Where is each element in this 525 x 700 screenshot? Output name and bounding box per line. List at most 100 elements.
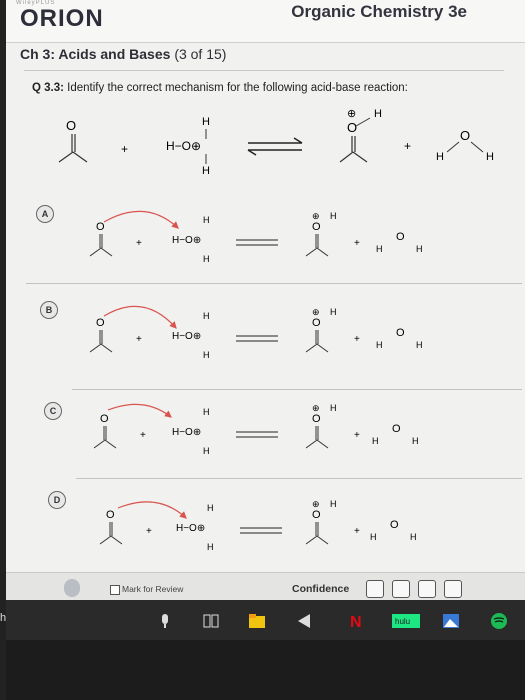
option-a-mechanism[interactable]: O + H H−O⊕ H ⊕ H O + OH H bbox=[89, 210, 423, 264]
svg-text:H: H bbox=[372, 436, 379, 446]
svg-text:H: H bbox=[207, 503, 214, 513]
confidence-medium-icon[interactable] bbox=[392, 580, 410, 598]
svg-text:H: H bbox=[374, 108, 382, 120]
water-product: O H H bbox=[436, 128, 494, 163]
svg-text:O: O bbox=[347, 120, 357, 135]
svg-text:H: H bbox=[207, 542, 214, 552]
confidence-very-high-icon[interactable] bbox=[444, 580, 462, 598]
option-separator bbox=[76, 478, 522, 479]
option-a-radio[interactable]: A bbox=[36, 205, 54, 223]
svg-text:H: H bbox=[330, 403, 337, 413]
svg-text:⊕: ⊕ bbox=[312, 307, 320, 317]
svg-text:+: + bbox=[354, 334, 360, 345]
question-text: Identify the correct mechanism for the f… bbox=[67, 82, 408, 94]
svg-text:H: H bbox=[203, 350, 210, 360]
svg-text:H: H bbox=[416, 244, 423, 254]
chapter-name: Ch 3: Acids and Bases bbox=[20, 46, 171, 62]
divider bbox=[24, 70, 504, 71]
photos-icon[interactable] bbox=[442, 612, 460, 630]
book-title: Organic Chemistry 3e bbox=[291, 2, 467, 21]
brand-logo[interactable]: ORION bbox=[20, 5, 104, 33]
svg-text:+: + bbox=[140, 430, 146, 441]
svg-text:O: O bbox=[460, 128, 470, 143]
reaction-diagram: O + H H−O⊕ H ⊕ H O + O H H O + H H−O⊕ H … bbox=[58, 108, 494, 552]
svg-text:+: + bbox=[136, 238, 142, 249]
hydronium-reactant: H H−O⊕ H bbox=[166, 116, 210, 177]
svg-text:H: H bbox=[203, 407, 210, 417]
confidence-low-icon[interactable] bbox=[366, 580, 384, 598]
svg-text:O: O bbox=[312, 221, 321, 233]
svg-text:H−O⊕: H−O⊕ bbox=[166, 139, 201, 153]
main-reaction: O + H H−O⊕ H ⊕ H O + O H H bbox=[58, 108, 494, 177]
microphone-icon[interactable] bbox=[156, 612, 174, 630]
option-separator bbox=[26, 283, 522, 284]
hulu-icon[interactable]: hulu bbox=[392, 612, 420, 630]
svg-text:+: + bbox=[354, 526, 360, 537]
svg-text:H: H bbox=[370, 532, 377, 542]
svg-text:O: O bbox=[66, 118, 76, 133]
svg-text:H: H bbox=[330, 307, 337, 317]
pencil-icon[interactable] bbox=[64, 579, 80, 597]
confidence-high-icon[interactable] bbox=[418, 580, 436, 598]
svg-text:⊕: ⊕ bbox=[312, 499, 320, 509]
svg-text:H: H bbox=[203, 311, 210, 321]
svg-text:H: H bbox=[203, 215, 210, 225]
svg-text:O: O bbox=[96, 317, 105, 329]
task-view-icon[interactable] bbox=[202, 612, 220, 630]
option-b-mechanism[interactable]: O + H H−O⊕ H ⊕ H O + OH H bbox=[89, 305, 423, 360]
svg-text:H: H bbox=[202, 116, 210, 128]
svg-text:hulu: hulu bbox=[395, 617, 410, 626]
svg-text:H: H bbox=[412, 436, 419, 446]
spotify-icon[interactable] bbox=[490, 612, 508, 630]
svg-text:H: H bbox=[376, 244, 383, 254]
svg-text:H: H bbox=[203, 446, 210, 456]
chapter-progress: (3 of 15) bbox=[174, 46, 227, 62]
svg-text:O: O bbox=[106, 509, 115, 521]
option-d-mechanism[interactable]: O + H H−O⊕ H ⊕ H O + OH H bbox=[99, 499, 417, 552]
option-d-radio[interactable]: D bbox=[48, 491, 66, 509]
confidence-label: Confidence bbox=[292, 583, 350, 595]
option-separator bbox=[72, 389, 522, 390]
svg-text:⊕: ⊕ bbox=[347, 108, 356, 120]
svg-text:+: + bbox=[354, 238, 360, 249]
svg-text:N: N bbox=[350, 614, 362, 630]
svg-text:O: O bbox=[100, 413, 109, 425]
svg-text:H−O⊕: H−O⊕ bbox=[172, 331, 201, 342]
svg-text:O: O bbox=[312, 317, 321, 329]
svg-text:+: + bbox=[354, 430, 360, 441]
question-prompt: Q 3.3: Identify the correct mechanism fo… bbox=[32, 82, 408, 94]
svg-text:H: H bbox=[203, 254, 210, 264]
plus-sign: + bbox=[121, 142, 128, 156]
svg-text:O: O bbox=[312, 509, 321, 521]
option-b-radio[interactable]: B bbox=[40, 301, 58, 319]
plus-sign: + bbox=[404, 139, 411, 153]
svg-text:O: O bbox=[396, 327, 405, 339]
question-number: Q 3.3: bbox=[32, 82, 64, 94]
svg-text:H−O⊕: H−O⊕ bbox=[176, 523, 205, 534]
svg-text:O: O bbox=[312, 413, 321, 425]
svg-text:+: + bbox=[136, 334, 142, 345]
svg-text:+: + bbox=[146, 526, 152, 537]
file-explorer-icon[interactable] bbox=[248, 612, 266, 630]
equilibrium-arrow bbox=[247, 137, 303, 156]
svg-text:O: O bbox=[96, 221, 105, 233]
svg-text:H: H bbox=[330, 211, 337, 221]
mark-review-label[interactable]: Mark for Review bbox=[122, 584, 183, 594]
app-header: WileyPLUS ORION Organic Chemistry 3e bbox=[6, 0, 525, 43]
svg-text:H: H bbox=[330, 499, 337, 509]
option-c-mechanism[interactable]: O + H H−O⊕ H ⊕ H O + OH H bbox=[93, 403, 419, 456]
svg-text:⊕: ⊕ bbox=[312, 211, 320, 221]
option-c-radio[interactable]: C bbox=[44, 402, 62, 420]
acetone-reactant: O bbox=[58, 118, 88, 163]
protonated-acetone-product: ⊕ H O bbox=[339, 108, 382, 163]
back-app-icon[interactable] bbox=[296, 612, 314, 630]
svg-text:H: H bbox=[486, 151, 494, 163]
svg-text:⊕: ⊕ bbox=[312, 403, 320, 413]
netflix-icon[interactable]: N bbox=[346, 612, 364, 631]
option-rows: O + H H−O⊕ H ⊕ H O + OH H O + H H−O⊕ H ⊕… bbox=[89, 210, 423, 552]
svg-text:H: H bbox=[376, 340, 383, 350]
chapter-title: Ch 3: Acids and Bases (3 of 15) bbox=[20, 46, 226, 62]
mark-review-checkbox[interactable] bbox=[110, 585, 120, 595]
svg-text:H−O⊕: H−O⊕ bbox=[172, 235, 201, 246]
svg-text:H: H bbox=[436, 151, 444, 163]
